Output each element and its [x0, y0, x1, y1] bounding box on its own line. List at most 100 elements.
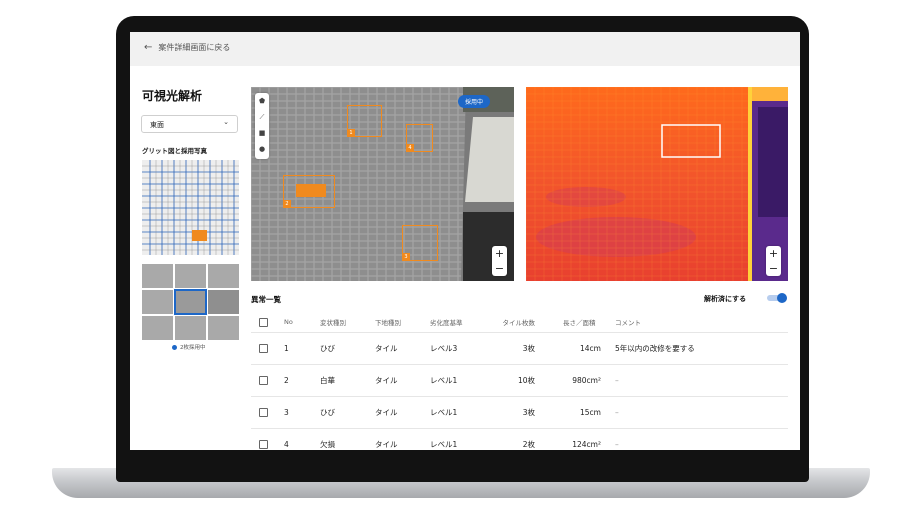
- cell-no: 1: [283, 332, 319, 365]
- photo-thumbnail[interactable]: [208, 290, 239, 314]
- cell-tiles: 2枚: [491, 428, 539, 450]
- row-checkbox-cell: [251, 364, 283, 397]
- row-checkbox-cell: [251, 332, 283, 365]
- app-screen: ← 案件詳細画面に戻る 可視光解析 東面 ⌄ グリット図と採用写真 2枚採用中 …: [130, 32, 800, 450]
- anomaly-marker-number: 4: [406, 144, 414, 152]
- cell-comment: 5年以内の改修を要する: [605, 332, 788, 365]
- photo-thumbnail-selected[interactable]: [174, 289, 207, 315]
- cell-size: 124cm²: [539, 428, 605, 450]
- polygon-tool-icon[interactable]: ⬟: [257, 96, 267, 106]
- analyzed-toggle[interactable]: [767, 293, 787, 303]
- thermal-image: [526, 87, 788, 281]
- anomaly-marker[interactable]: 2: [283, 175, 335, 208]
- photo-thumbnail[interactable]: [142, 316, 173, 340]
- table-row[interactable]: 1 ひび タイル レベル3 3枚 14cm 5年以内の改修を要する: [251, 332, 788, 365]
- anomaly-marker[interactable]: 1: [347, 105, 382, 137]
- table-row[interactable]: 4 欠損 タイル レベル1 2枚 124cm² –: [251, 428, 788, 450]
- column-header: 下地種別: [374, 312, 429, 333]
- thermal-photo-viewer[interactable]: + −: [526, 87, 788, 281]
- cell-base: タイル: [374, 428, 429, 450]
- grid-map-drawing: [142, 160, 239, 255]
- back-arrow-icon: ←: [144, 42, 153, 53]
- anomaly-marker[interactable]: 4: [406, 124, 433, 152]
- photo-thumbnail[interactable]: [175, 316, 206, 340]
- zoom-out-button[interactable]: −: [492, 261, 507, 276]
- cell-tiles: 3枚: [491, 332, 539, 365]
- column-header: 長さ／面積: [539, 312, 605, 333]
- cell-base: タイル: [374, 396, 429, 429]
- column-header: 変状種別: [319, 312, 374, 333]
- table-row[interactable]: 2 白華 タイル レベル1 10枚 980cm² –: [251, 364, 788, 397]
- cell-base: タイル: [374, 364, 429, 397]
- cell-level: レベル1: [429, 428, 491, 450]
- column-header: 劣化度基準: [429, 312, 491, 333]
- cell-size: 980cm²: [539, 364, 605, 397]
- direction-select[interactable]: 東面 ⌄: [141, 115, 238, 133]
- rectangle-tool-icon[interactable]: ■: [257, 128, 267, 138]
- table-row[interactable]: 3 ひび タイル レベル1 3枚 15cm –: [251, 396, 788, 429]
- analyzed-toggle-label: 解析済にする: [704, 295, 747, 303]
- select-all-checkbox-cell: [251, 312, 283, 333]
- photo-thumbnail[interactable]: [208, 316, 239, 340]
- cell-comment: –: [605, 364, 788, 397]
- line-tool-icon[interactable]: ⟋: [257, 112, 267, 122]
- cell-no: 3: [283, 396, 319, 429]
- zoom-control: + −: [766, 246, 781, 276]
- photo-thumbnails: [142, 264, 239, 340]
- table-header-row: No 変状種別 下地種別 劣化度基準 タイル枚数 長さ／面積 コメント: [251, 312, 788, 333]
- top-bar: ← 案件詳細画面に戻る: [130, 32, 800, 66]
- cell-level: レベル1: [429, 396, 491, 429]
- cell-type: ひび: [319, 332, 374, 365]
- select-all-checkbox[interactable]: [259, 317, 268, 327]
- cell-type: ひび: [319, 396, 374, 429]
- back-link[interactable]: ← 案件詳細画面に戻る: [144, 42, 230, 53]
- anomaly-marker-number: 2: [283, 200, 291, 208]
- zoom-in-button[interactable]: +: [766, 246, 781, 261]
- cell-no: 2: [283, 364, 319, 397]
- anomaly-table: No 変状種別 下地種別 劣化度基準 タイル枚数 長さ／面積 コメント 1 ひび…: [251, 312, 788, 450]
- adopted-count: 2枚採用中: [172, 343, 206, 351]
- direction-select-value: 東面: [150, 121, 164, 129]
- zoom-control: + −: [492, 246, 507, 276]
- circle-tool-icon[interactable]: ●: [257, 144, 267, 154]
- status-dot-icon: [172, 344, 177, 350]
- photo-thumbnail[interactable]: [208, 264, 239, 288]
- cell-comment: –: [605, 396, 788, 429]
- row-checkbox[interactable]: [259, 344, 268, 354]
- chevron-down-icon: ⌄: [223, 118, 229, 126]
- zoom-in-button[interactable]: +: [492, 246, 507, 261]
- cell-comment: –: [605, 428, 788, 450]
- cell-level: レベル3: [429, 332, 491, 365]
- row-checkbox-cell: [251, 396, 283, 429]
- column-header: タイル枚数: [491, 312, 539, 333]
- cell-type: 欠損: [319, 428, 374, 450]
- visible-photo-viewer[interactable]: ⬟ ⟋ ■ ● 採用中 1 2 3 4 + −: [251, 87, 514, 281]
- column-header: No: [283, 312, 319, 333]
- zoom-out-button[interactable]: −: [766, 261, 781, 276]
- row-checkbox[interactable]: [259, 376, 268, 386]
- adopted-count-label: 2枚採用中: [180, 345, 206, 351]
- toggle-knob: [777, 293, 787, 303]
- row-checkbox-cell: [251, 428, 283, 450]
- photo-thumbnail[interactable]: [142, 264, 173, 288]
- grid-label: グリット図と採用写真: [142, 147, 207, 155]
- drawing-toolbar: ⬟ ⟋ ■ ●: [255, 93, 269, 159]
- photo-thumbnail[interactable]: [175, 264, 206, 288]
- page-title: 可視光解析: [142, 89, 203, 103]
- anomaly-fill: [296, 184, 326, 197]
- anomaly-list-title: 異常一覧: [251, 295, 281, 304]
- grid-map[interactable]: [142, 160, 239, 255]
- row-checkbox[interactable]: [259, 440, 268, 450]
- cell-no: 4: [283, 428, 319, 450]
- row-checkbox[interactable]: [259, 408, 268, 418]
- cell-tiles: 3枚: [491, 396, 539, 429]
- anomaly-marker-number: 3: [402, 253, 410, 261]
- photo-thumbnail[interactable]: [142, 290, 173, 314]
- anomaly-marker[interactable]: 3: [402, 225, 438, 261]
- cell-size: 15cm: [539, 396, 605, 429]
- column-header: コメント: [605, 312, 788, 333]
- cell-base: タイル: [374, 332, 429, 365]
- adopted-badge: 採用中: [458, 95, 491, 108]
- cell-level: レベル1: [429, 364, 491, 397]
- cell-tiles: 10枚: [491, 364, 539, 397]
